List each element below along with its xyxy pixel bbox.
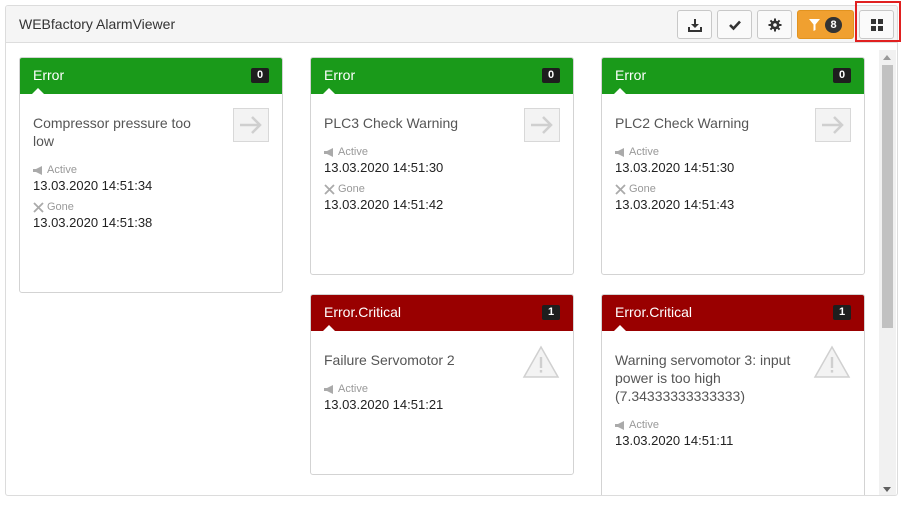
scroll-down-arrow[interactable] — [883, 487, 891, 492]
tile-view-button[interactable] — [859, 10, 894, 39]
alarm-card-body: Warning servomotor 3: input power is too… — [602, 331, 864, 470]
arrow-right-icon[interactable] — [815, 108, 851, 142]
scroll-up-arrow[interactable] — [883, 55, 891, 60]
gone-label: Gone — [338, 183, 365, 195]
megaphone-icon — [615, 147, 624, 157]
vertical-scrollbar[interactable] — [879, 50, 896, 495]
alarm-card-header: Error 0 — [602, 58, 864, 95]
alarm-message: PLC2 Check Warning — [615, 115, 750, 131]
alarm-count-badge: 1 — [833, 305, 851, 320]
alarm-message: Compressor pressure too low — [33, 115, 191, 149]
active-label: Active — [47, 164, 77, 176]
active-label-row: Active — [324, 383, 560, 395]
active-label-row: Active — [324, 146, 560, 158]
active-label-row: Active — [33, 164, 269, 176]
filter-count-badge: 8 — [825, 16, 842, 33]
arrow-right-icon[interactable] — [524, 108, 560, 142]
alarm-message: Failure Servomotor 2 — [324, 352, 455, 368]
active-label: Active — [338, 383, 368, 395]
alarm-card[interactable]: Error.Critical 1 Warning servomotor 3: i… — [601, 294, 865, 495]
gone-time: 13.03.2020 14:51:38 — [33, 215, 153, 230]
active-time: 13.03.2020 14:51:11 — [615, 433, 734, 448]
alarm-card-body: Failure Servomotor 2 Active 13.03.2020 1… — [311, 331, 573, 434]
gone-label-row: Gone — [615, 183, 851, 195]
alarm-card-header: Error.Critical 1 — [311, 295, 573, 332]
alarm-message: PLC3 Check Warning — [324, 115, 459, 131]
settings-button[interactable] — [757, 10, 792, 39]
alarm-card-body: Compressor pressure too low Active 13.03… — [20, 94, 282, 252]
gone-time: 13.03.2020 14:51:42 — [324, 197, 444, 212]
panel-header: WEBfactory AlarmViewer 8 — [6, 6, 897, 43]
active-time: 13.03.2020 14:51:30 — [324, 160, 444, 175]
alarm-card-body: PLC2 Check Warning Active 13.03.2020 14:… — [602, 94, 864, 234]
download-icon — [687, 18, 702, 32]
gone-label-row: Gone — [33, 201, 269, 213]
alarm-card-header: Error 0 — [20, 58, 282, 95]
gone-label-row: Gone — [324, 183, 560, 195]
alarm-card[interactable]: Error 0 PLC2 Check Warning Active 13.03.… — [601, 57, 865, 275]
alarm-category: Error — [33, 67, 65, 83]
alarm-count-badge: 1 — [542, 305, 560, 320]
active-label-row: Active — [615, 419, 851, 431]
active-label-row: Active — [615, 146, 851, 158]
alarm-message: Warning servomotor 3: input power is too… — [615, 352, 791, 404]
check-icon — [728, 20, 741, 30]
tools-icon — [615, 183, 626, 195]
active-label: Active — [629, 146, 659, 158]
alarm-card-header: Error 0 — [311, 58, 573, 95]
filter-button[interactable]: 8 — [797, 10, 854, 39]
alarm-category: Error — [324, 67, 356, 83]
tools-icon — [324, 183, 335, 195]
arrow-right-icon[interactable] — [233, 108, 269, 142]
export-button[interactable] — [677, 10, 712, 39]
active-time: 13.03.2020 14:51:34 — [33, 178, 153, 193]
active-label: Active — [338, 146, 368, 158]
megaphone-icon — [33, 165, 42, 175]
warning-icon[interactable] — [522, 345, 560, 379]
alarm-card[interactable]: Error.Critical 1 Failure Servomotor 2 Ac… — [310, 294, 574, 475]
warning-icon[interactable] — [813, 345, 851, 379]
filter-icon — [809, 18, 821, 31]
alarm-count-badge: 0 — [833, 68, 851, 83]
active-time: 13.03.2020 14:51:30 — [615, 160, 735, 175]
alarm-category: Error.Critical — [615, 304, 693, 320]
grid-icon — [870, 18, 883, 31]
gone-label: Gone — [629, 183, 656, 195]
active-time: 13.03.2020 14:51:21 — [324, 397, 444, 412]
tools-icon — [33, 201, 44, 213]
alarm-category: Error.Critical — [324, 304, 402, 320]
gone-label: Gone — [47, 201, 74, 213]
alarm-category: Error — [615, 67, 647, 83]
alarm-card-body: PLC3 Check Warning Active 13.03.2020 14:… — [311, 94, 573, 234]
megaphone-icon — [324, 384, 333, 394]
app-title: WEBfactory AlarmViewer — [19, 16, 176, 32]
alarm-count-badge: 0 — [542, 68, 560, 83]
alarm-card-header: Error.Critical 1 — [602, 295, 864, 332]
alarm-card[interactable]: Error 0 Compressor pressure too low Acti… — [19, 57, 283, 293]
alarm-count-badge: 0 — [251, 68, 269, 83]
gone-time: 13.03.2020 14:51:43 — [615, 197, 735, 212]
active-label: Active — [629, 419, 659, 431]
acknowledge-button[interactable] — [717, 10, 752, 39]
scroll-thumb[interactable] — [882, 65, 893, 328]
alarm-card[interactable]: Error 0 PLC3 Check Warning Active 13.03.… — [310, 57, 574, 275]
megaphone-icon — [324, 147, 333, 157]
alarm-viewer-panel: WEBfactory AlarmViewer 8 Error 0 Compres… — [5, 5, 898, 496]
gear-icon — [768, 18, 781, 31]
megaphone-icon — [615, 420, 624, 430]
